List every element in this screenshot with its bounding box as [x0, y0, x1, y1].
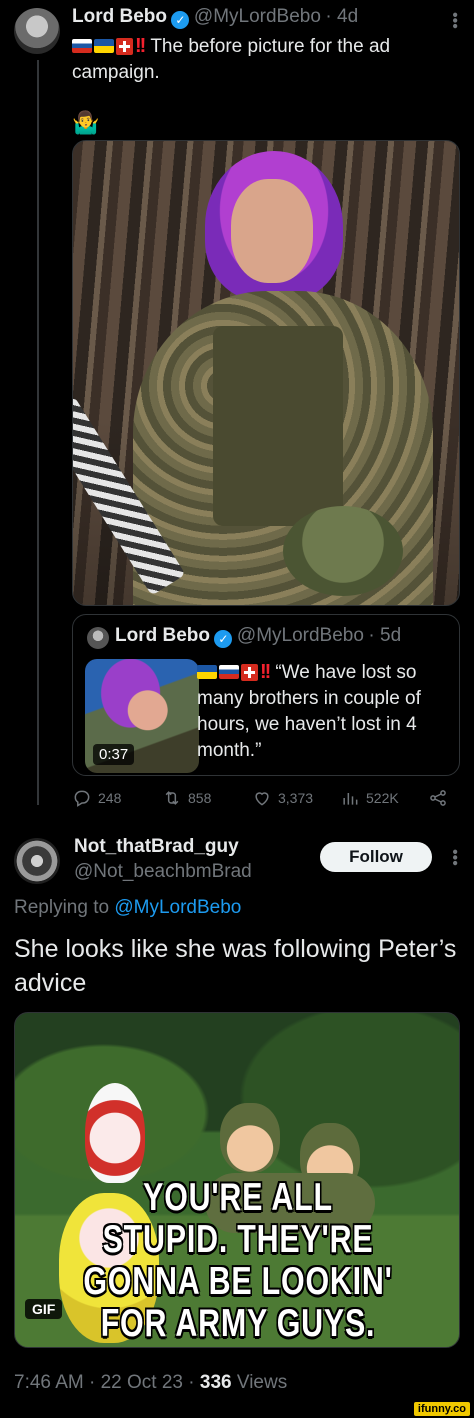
quote-time: · 5d — [368, 625, 402, 646]
author-handle[interactable]: @Not_beachbmBrad — [74, 861, 252, 883]
more-options-icon[interactable]: ••• — [446, 12, 463, 29]
more-options-icon[interactable]: ••• — [446, 849, 463, 866]
author-name[interactable]: Not_thatBrad_guy — [74, 836, 239, 858]
photo-vest — [213, 326, 343, 526]
quote-text: !! “We have lost so many brothers in coup… — [197, 661, 421, 761]
ukraine-flag-icon — [94, 39, 114, 53]
views-chart-icon — [343, 793, 358, 805]
photo-face — [231, 179, 313, 283]
russia-flag-icon — [72, 39, 92, 53]
share-icon — [430, 790, 446, 806]
tweet-footer: 7:46 AM · 22 Oct 23 · 336 Views — [14, 1372, 287, 1394]
tweet-text: She looks like she was following Peter’s… — [14, 935, 457, 997]
tweet-gif[interactable]: YOU'RE ALL STUPID. THEY'RE GONNA BE LOOK… — [14, 1012, 460, 1348]
share-button[interactable] — [428, 788, 448, 808]
swiss-flag-icon — [241, 664, 258, 681]
like-count: 3,373 — [278, 790, 314, 806]
video-duration: 0:37 — [93, 744, 135, 765]
reply-icon — [74, 790, 90, 807]
gif-caption: YOU'RE ALL STUPID. THEY'RE GONNA BE LOOK… — [83, 1176, 393, 1345]
like-button[interactable]: 3,373 — [252, 788, 313, 808]
retweet-icon — [165, 791, 179, 805]
views-count: 522K — [366, 790, 399, 806]
follow-button[interactable]: Follow — [320, 842, 432, 872]
views-button[interactable]: 522K — [340, 788, 399, 808]
author-handle[interactable]: @MyLordBebo — [194, 6, 321, 27]
gif-badge: GIF — [25, 1299, 63, 1319]
timestamp[interactable]: 7:46 AM · 22 Oct 23 · — [14, 1372, 195, 1393]
gif-soldier-1 — [220, 1103, 280, 1173]
tweet-header: Lord Bebo ✓ @MyLordBebo · 4d — [72, 6, 358, 29]
quote-header: Lord Bebo ✓ @MyLordBebo · 5d — [115, 625, 401, 648]
watermark-logo: ifunny.co — [413, 1402, 470, 1416]
avatar[interactable] — [14, 8, 60, 54]
heart-icon — [255, 792, 269, 806]
retweet-button[interactable]: 858 — [162, 788, 211, 808]
action-bar: 248 858 3,373 522K — [72, 788, 460, 812]
russia-flag-icon — [219, 665, 239, 679]
author-name[interactable]: Lord Bebo — [72, 6, 167, 27]
photo-helmet — [283, 506, 403, 596]
thread-line — [37, 60, 39, 805]
quote-avatar[interactable] — [87, 627, 109, 649]
ukraine-flag-icon — [197, 665, 217, 679]
tweet-time[interactable]: · 4d — [325, 6, 358, 27]
quote-handle: @MyLordBebo — [236, 625, 364, 646]
quote-video-thumbnail[interactable]: 0:37 — [85, 659, 199, 773]
verified-icon: ✓ — [171, 11, 190, 29]
views-count: 336 — [199, 1372, 232, 1393]
double-exclamation-icon: !! — [260, 661, 271, 683]
tweet-photo[interactable] — [72, 140, 460, 606]
swiss-flag-icon — [116, 38, 133, 55]
reply-button[interactable]: 248 — [72, 788, 121, 808]
tweet-text: !! The before picture for the ad campaign… — [72, 35, 391, 83]
retweet-count: 858 — [188, 790, 212, 806]
replying-to: Replying to @MyLordBebo — [14, 897, 242, 918]
avatar[interactable] — [14, 838, 60, 884]
replying-to-link[interactable]: @MyLordBebo — [114, 897, 241, 918]
quoted-tweet[interactable]: Lord Bebo ✓ @MyLordBebo · 5d 0:37 !! “We … — [72, 614, 460, 776]
quote-author-name: Lord Bebo — [115, 625, 210, 646]
shrug-emoji: 🤷‍♂️ — [72, 110, 100, 135]
double-exclamation-icon: !! — [135, 35, 146, 57]
verified-icon: ✓ — [214, 630, 233, 648]
gif-clown-head — [85, 1083, 145, 1183]
views-label: Views — [236, 1372, 288, 1393]
reply-count: 248 — [98, 790, 122, 806]
